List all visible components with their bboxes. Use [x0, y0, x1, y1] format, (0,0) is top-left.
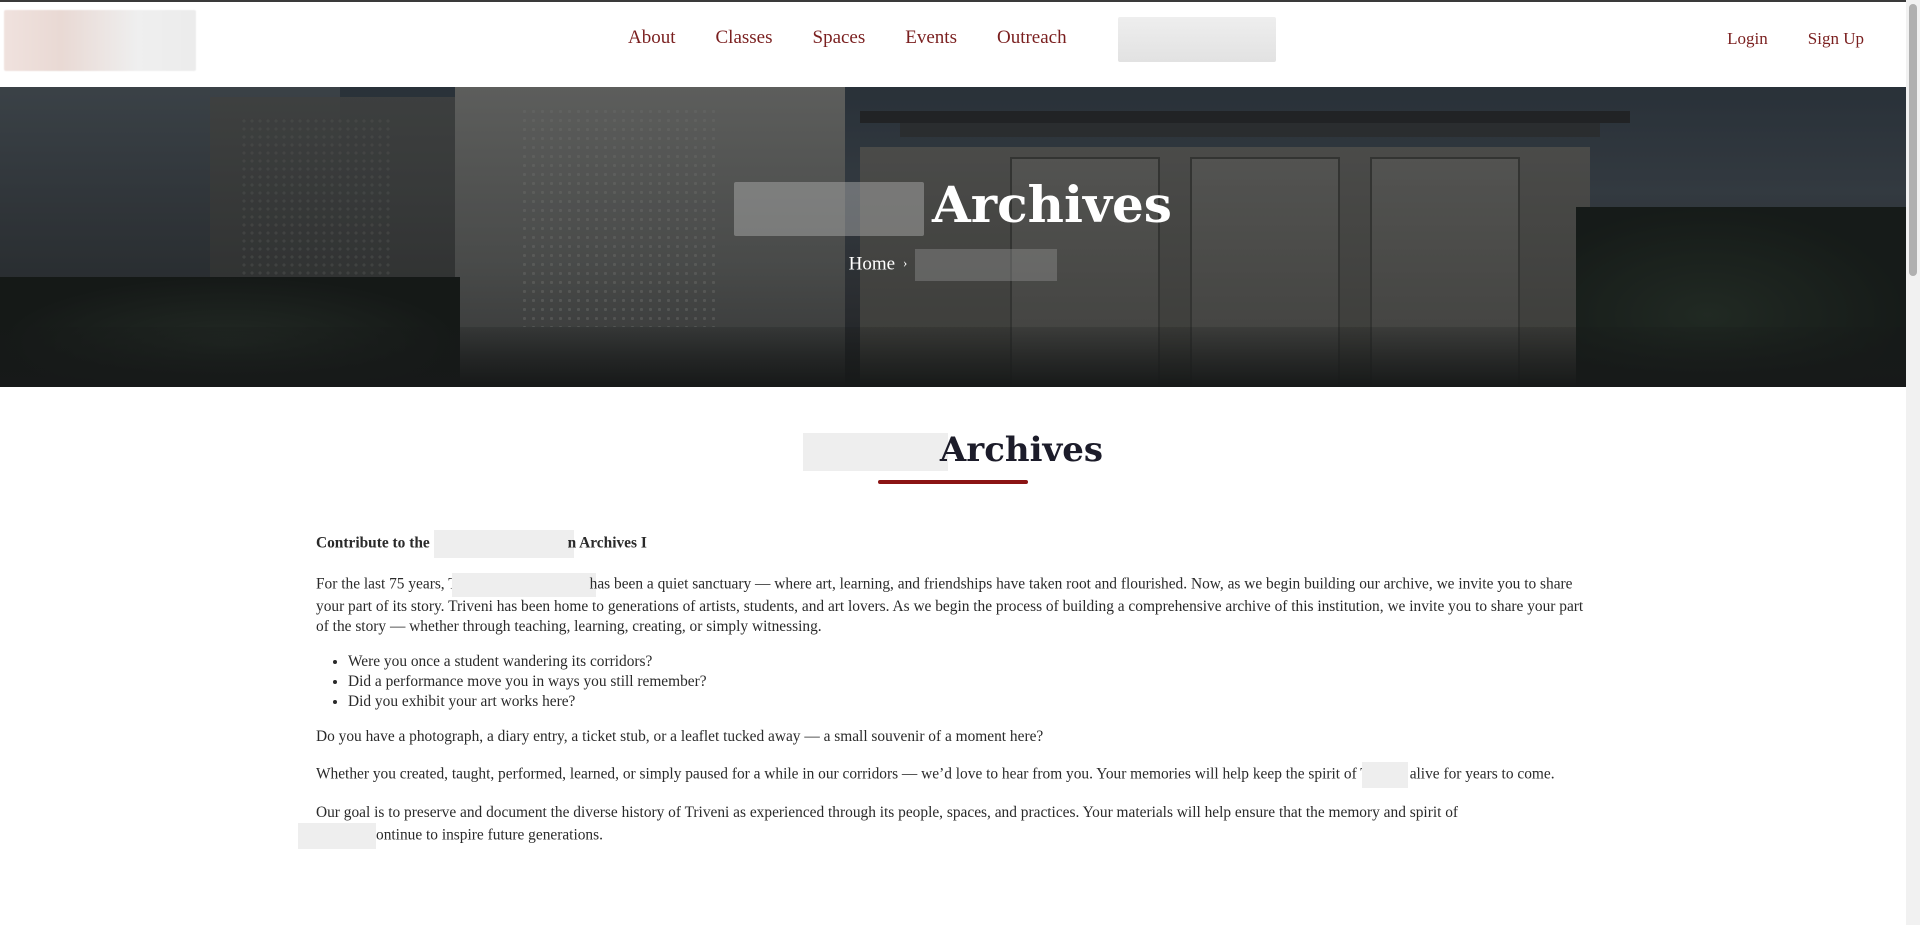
section-title-underline: [878, 480, 1028, 484]
breadcrumb-current-redacted: [915, 249, 1058, 281]
site-logo[interactable]: [4, 10, 196, 71]
redacted-text: [433, 530, 574, 558]
nav-about[interactable]: About: [628, 26, 676, 50]
list-item: Did a performance move you in ways you s…: [348, 672, 1591, 692]
redacted-text: [1361, 762, 1408, 788]
section-title-text: Archives: [939, 430, 1104, 470]
breadcrumb: Home ›: [0, 249, 1906, 281]
section-title: Archives: [0, 425, 1906, 475]
nav-classes[interactable]: Classes: [716, 26, 773, 50]
nav-outreach[interactable]: Outreach: [997, 26, 1067, 50]
goal-text-end: ontinue to inspire future generations.: [376, 826, 603, 844]
list-item: Were you once a student wandering its co…: [348, 652, 1591, 672]
hero-overlay: [0, 87, 1906, 387]
redacted-text: [451, 573, 596, 597]
hero-title-redacted: [734, 182, 925, 236]
intro-text-start: For the last 75 years, T: [316, 575, 458, 593]
hero-title-text: Archives: [932, 175, 1172, 234]
memories-text-start: Whether you created, taught, performed, …: [316, 765, 1370, 783]
main-nav: About Classes Spaces Events Outreach: [628, 26, 1107, 50]
lead-prefix: Contribute to the: [316, 534, 430, 552]
hero-title: Archives: [0, 175, 1906, 236]
intro-paragraph: For the last 75 years, Thas been a quiet…: [316, 573, 1591, 637]
page-scrollbar[interactable]: [1906, 0, 1920, 925]
question-list: Were you once a student wandering its co…: [316, 652, 1591, 712]
goal-paragraph: Our goal is to preserve and document the…: [298, 803, 1591, 849]
section-title-redacted: [802, 433, 948, 471]
nav-redacted-item[interactable]: [1118, 17, 1276, 62]
souvenir-paragraph: Do you have a photograph, a diary entry,…: [316, 728, 1044, 745]
login-link[interactable]: Login: [1727, 27, 1768, 51]
redacted-text: [298, 823, 376, 849]
breadcrumb-separator: ›: [903, 255, 908, 271]
breadcrumb-home[interactable]: Home: [849, 253, 895, 274]
scrollbar-thumb[interactable]: [1909, 4, 1917, 276]
archive-content: Contribute to the n Archives I For the l…: [298, 530, 1591, 864]
lead-heading: Contribute to the n Archives I: [316, 530, 1591, 558]
signup-link[interactable]: Sign Up: [1808, 27, 1864, 51]
list-item: Did you exhibit your art works here?: [348, 692, 1591, 712]
memories-paragraph: Whether you created, taught, performed, …: [316, 762, 1591, 788]
memories-text-end: alive for years to come.: [1409, 765, 1555, 783]
nav-events[interactable]: Events: [905, 26, 957, 50]
site-header: About Classes Spaces Events Outreach Log…: [0, 2, 1906, 87]
nav-spaces[interactable]: Spaces: [813, 26, 866, 50]
auth-links: Login Sign Up: [1687, 27, 1864, 51]
lead-suffix: n Archives I: [567, 534, 647, 552]
hero-banner: Archives Home ›: [0, 87, 1906, 387]
goal-text-start: Our goal is to preserve and document the…: [316, 804, 1459, 821]
